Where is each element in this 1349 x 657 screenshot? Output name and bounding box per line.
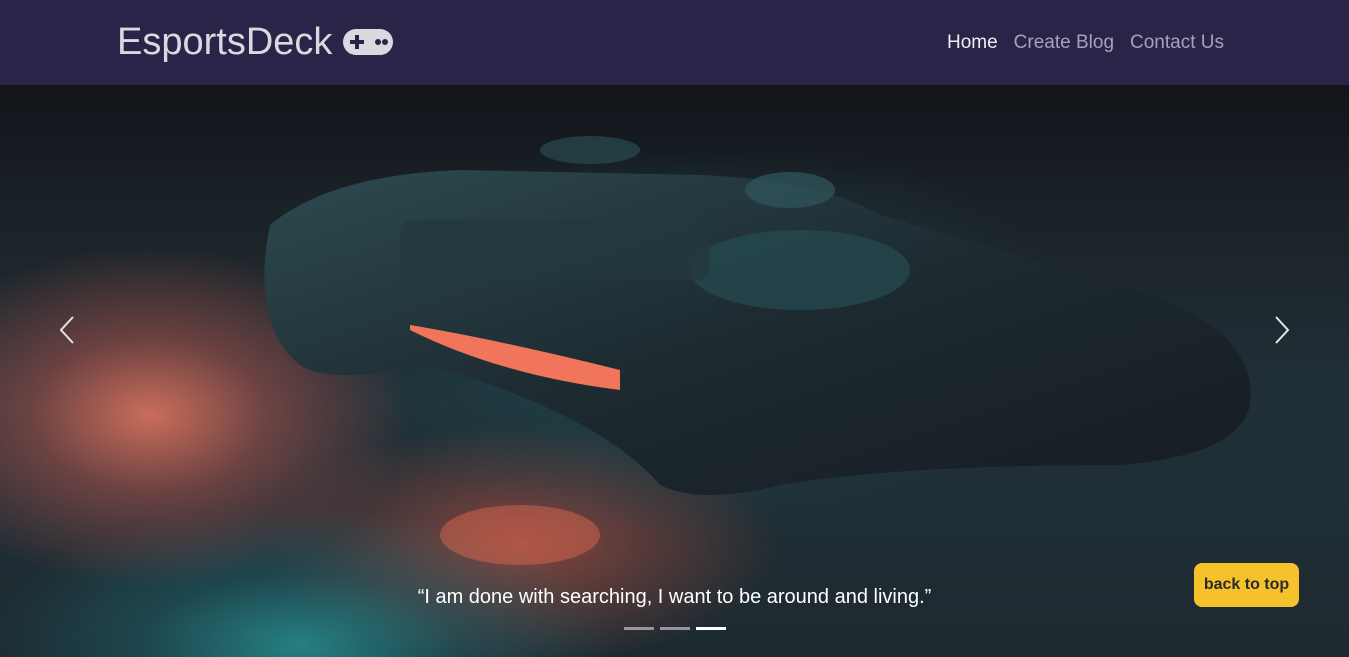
carousel-indicator-3[interactable]: [696, 627, 726, 630]
carousel-indicator-1[interactable]: [624, 627, 654, 630]
back-to-top-button[interactable]: back to top: [1194, 563, 1299, 607]
carousel-prev-button[interactable]: [47, 310, 87, 350]
hero-carousel: “I am done with searching, I want to be …: [0, 85, 1349, 657]
nav-links: Home Create Blog Contact Us: [947, 30, 1224, 56]
carousel-indicators: [624, 627, 726, 630]
brand-name: EsportsDeck: [117, 21, 333, 63]
carousel-caption: “I am done with searching, I want to be …: [417, 586, 932, 608]
carousel-slide-image: [0, 85, 1349, 657]
gamepad-icon: [342, 28, 394, 56]
chevron-left-icon: [59, 316, 74, 344]
nav-link-create-blog[interactable]: Create Blog: [1014, 30, 1114, 56]
carousel-indicator-2[interactable]: [660, 627, 690, 630]
carousel-next-button[interactable]: [1262, 310, 1302, 350]
brand-logo-link[interactable]: EsportsDeck: [117, 20, 394, 64]
game-controller-image: [264, 136, 1251, 565]
nav-link-contact-us[interactable]: Contact Us: [1130, 30, 1224, 56]
top-navbar: EsportsDeck Home Create Blog Contact Us: [0, 0, 1349, 85]
nav-link-home[interactable]: Home: [947, 30, 998, 56]
chevron-right-icon: [1275, 316, 1290, 344]
